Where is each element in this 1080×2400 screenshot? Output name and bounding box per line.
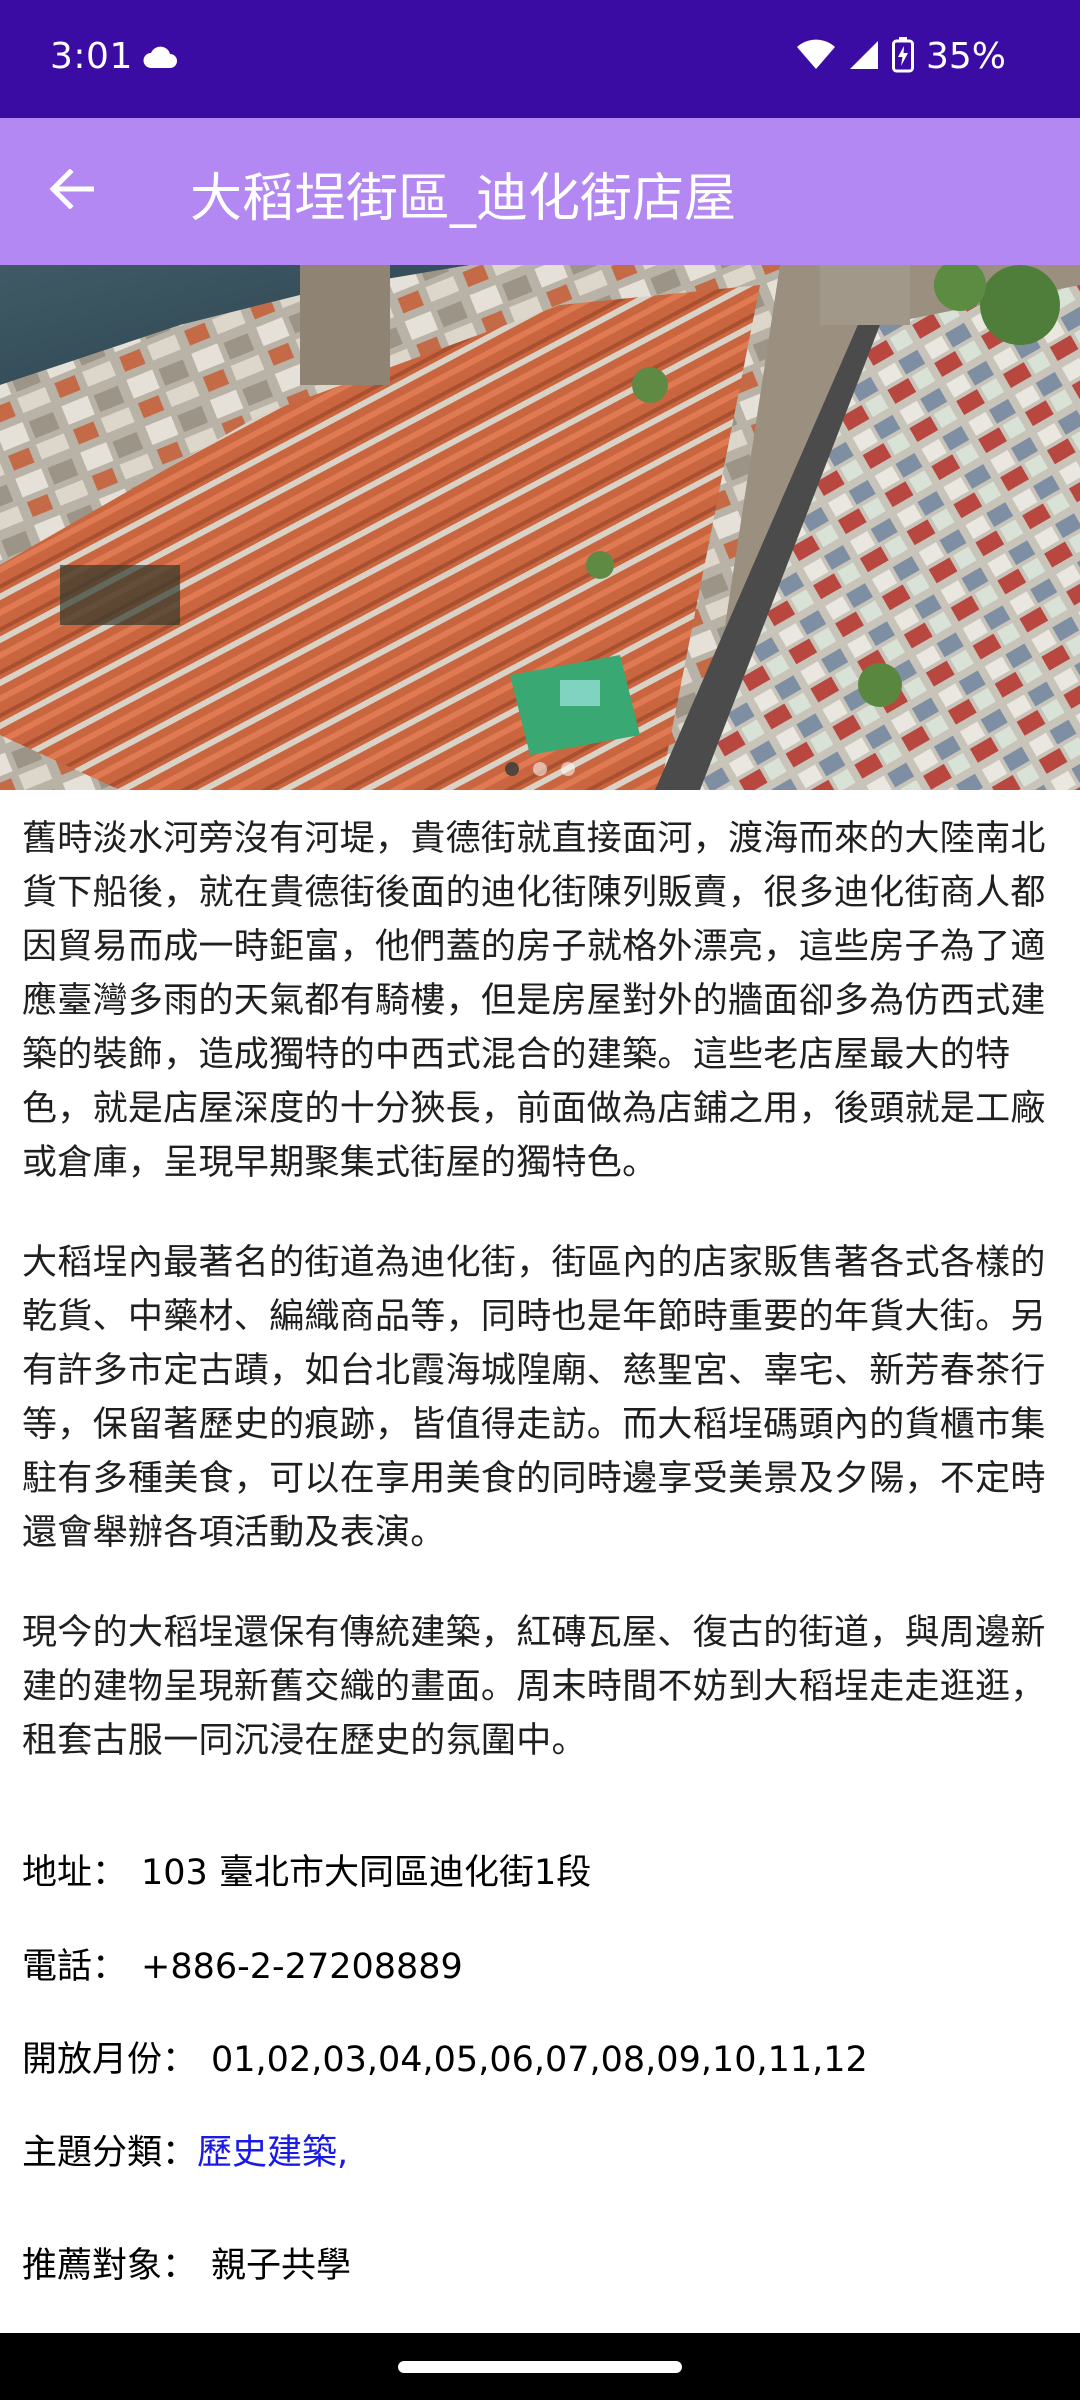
status-time: 3:01: [50, 36, 133, 77]
open-months-row: 開放月份： 01,02,03,04,05,06,07,08,09,10,11,12: [22, 2035, 868, 2085]
address-row: 地址： 103 臺北市大同區迪化街1段: [22, 1848, 591, 1898]
signal-icon: [848, 39, 880, 75]
category-row: 主題分類：歷史建築,: [22, 2128, 348, 2178]
audience-label: 推薦對象：: [22, 2246, 198, 2286]
app-bar: 大稻埕街區_迪化街店屋: [0, 118, 1080, 265]
address-label: 地址：: [22, 1853, 128, 1893]
carousel-dot[interactable]: [505, 762, 519, 776]
carousel-dot[interactable]: [533, 762, 547, 776]
aerial-street-photo: [0, 265, 1080, 790]
description-paragraph: 現今的大稻埕還保有傳統建築，紅磚瓦屋、復古的街道，與周邊新建的建物呈現新舊交織的…: [22, 1613, 1046, 1761]
audience-value: 親子共學: [211, 2246, 352, 2286]
battery-percent: 35%: [925, 36, 1006, 77]
cloud-icon: [142, 44, 178, 74]
status-icons: 35%: [796, 36, 1006, 77]
phone-label: 電話：: [22, 1947, 128, 1987]
audience-row: 推薦對象： 親子共學: [22, 2241, 351, 2291]
system-navigation-bar: [0, 2333, 1080, 2400]
status-bar: 3:01 35%: [0, 0, 1080, 118]
description-paragraph: 大稻埕內最著名的街道為迪化街，街區內的店家販售著各式各樣的乾貨、中藥材、編織商品…: [22, 1243, 1046, 1553]
phone-value: +886-2-27208889: [141, 1947, 463, 1987]
open-months-value: 01,02,03,04,05,06,07,08,09,10,11,12: [211, 2040, 868, 2080]
category-link[interactable]: 歷史建築,: [197, 2133, 348, 2173]
back-button[interactable]: [38, 158, 104, 224]
phone-row: 電話： +886-2-27208889: [22, 1942, 463, 1992]
battery-charging-icon: [891, 36, 914, 77]
category-label: 主題分類：: [22, 2133, 198, 2173]
address-value: 103 臺北市大同區迪化街1段: [141, 1853, 592, 1893]
page-title: 大稻埕街區_迪化街店屋: [190, 169, 737, 229]
carousel-dot[interactable]: [561, 762, 575, 776]
arrow-left-icon: [48, 168, 95, 213]
open-months-label: 開放月份：: [22, 2040, 198, 2080]
hero-image-carousel[interactable]: [0, 265, 1080, 790]
attraction-detail: 舊時淡水河旁沒有河堤，貴德街就直接面河，渡海而來的大陸南北貨下船後，就在貴德街後…: [22, 812, 1062, 1814]
carousel-indicator: [0, 762, 1080, 776]
wifi-icon: [796, 39, 836, 75]
description-paragraph: 舊時淡水河旁沒有河堤，貴德街就直接面河，渡海而來的大陸南北貨下船後，就在貴德街後…: [22, 819, 1046, 1183]
home-gesture-handle[interactable]: [398, 2361, 682, 2373]
